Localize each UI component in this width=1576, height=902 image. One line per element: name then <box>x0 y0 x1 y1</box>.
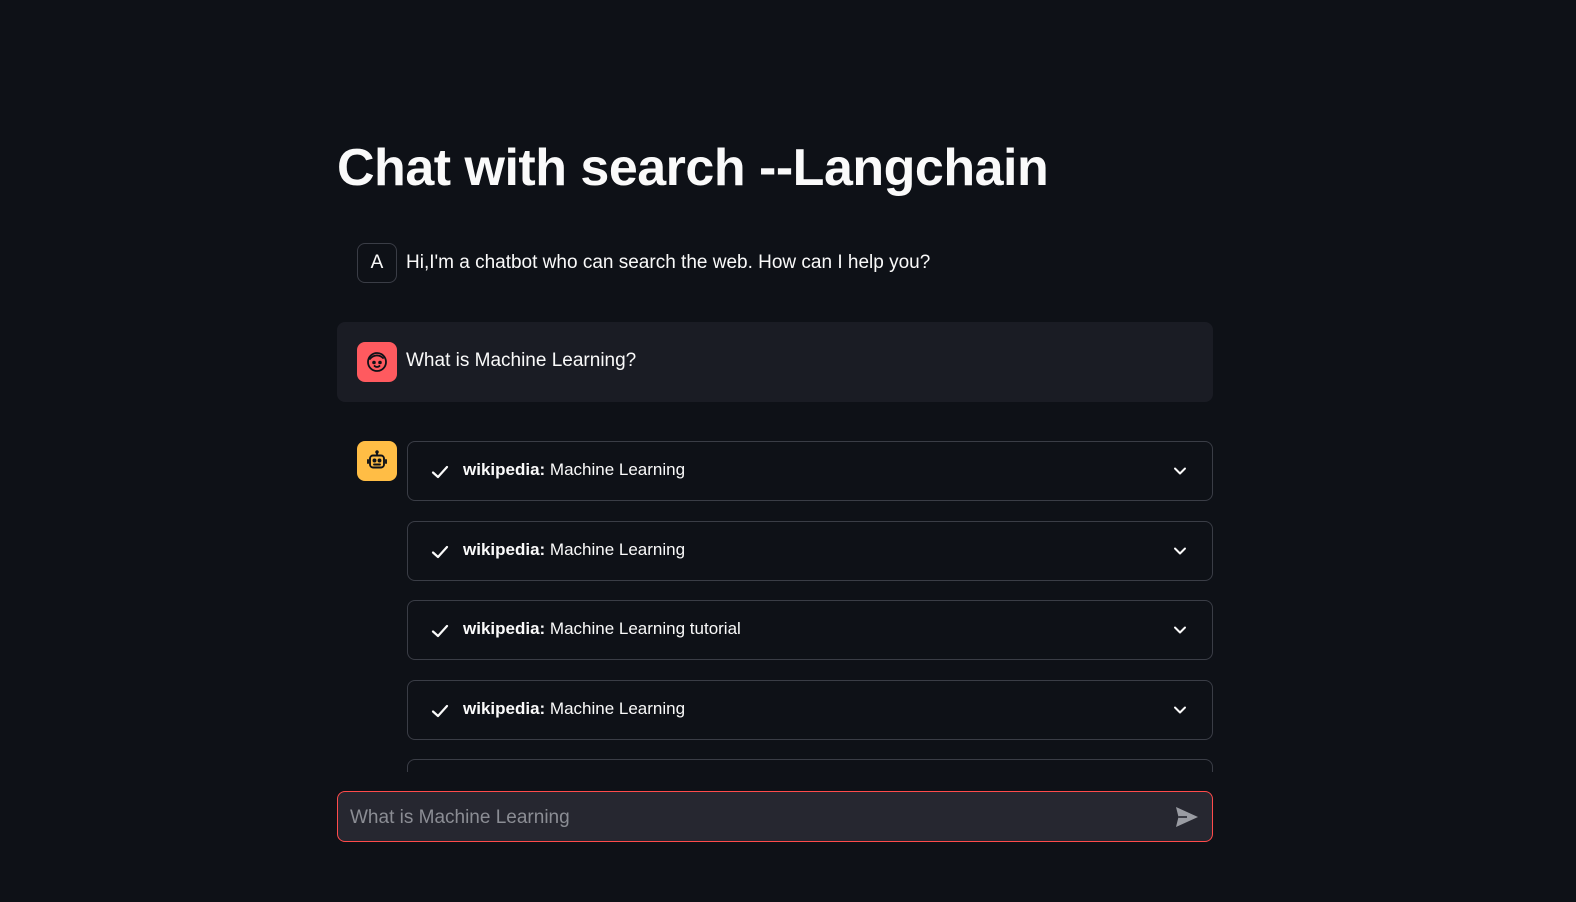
tool-query: Machine Learning tutorial <box>549 619 741 639</box>
check-icon <box>431 704 449 717</box>
tool-step-expander[interactable]: wikipedia: Machine Learning <box>407 441 1213 501</box>
tool-name: wikipedia: <box>463 619 546 639</box>
send-icon <box>1176 807 1198 827</box>
tool-query: Machine Learning <box>549 698 686 718</box>
check-icon <box>431 465 449 479</box>
robot-icon <box>367 450 387 469</box>
chevron-down-icon[interactable] <box>1172 702 1188 718</box>
user-message-text: What is Machine Learning? <box>406 350 637 371</box>
tool-step-expander-partial[interactable] <box>407 759 1213 772</box>
tool-step-label: wikipedia: Machine Learning <box>463 460 685 480</box>
tool-step-expander[interactable]: wikipedia: Machine Learning tutorial <box>407 600 1213 661</box>
chat-input[interactable] <box>348 792 1152 843</box>
tool-step-expander[interactable]: wikipedia: Machine Learning <box>407 520 1213 581</box>
chat-input-container <box>337 791 1213 843</box>
main-container: Chat with search --Langchain A Hi,I'm a … <box>337 0 1213 902</box>
tool-name: wikipedia: <box>463 460 546 479</box>
assistant-avatar-letter: A <box>370 252 384 273</box>
tool-step-label: wikipedia: Machine Learning tutorial <box>463 619 741 639</box>
tool-step-expander[interactable]: wikipedia: Machine Learning <box>407 679 1213 740</box>
chevron-down-icon[interactable] <box>1172 543 1188 559</box>
check-icon <box>431 625 449 638</box>
page-title: Chat with search --Langchain <box>337 139 1049 197</box>
send-button[interactable] <box>1174 804 1200 830</box>
user-avatar <box>357 342 397 382</box>
tool-steps-list: wikipedia: Machine Learning wikipedia: M… <box>407 441 1213 772</box>
tool-step-label: wikipedia: Machine Learning <box>463 540 685 560</box>
tool-name: wikipedia: <box>463 698 546 718</box>
tool-name: wikipedia: <box>463 539 546 559</box>
tool-query: Machine Learning <box>549 460 686 479</box>
check-icon <box>431 545 449 558</box>
face-icon <box>367 352 387 372</box>
chat-message-assistant-intro: A Hi,I'm a chatbot who can search the we… <box>337 242 1213 284</box>
tool-query: Machine Learning <box>549 539 686 559</box>
chevron-down-icon[interactable] <box>1172 463 1188 479</box>
assistant-avatar: A <box>357 243 397 283</box>
chat-message-user: What is Machine Learning? <box>337 322 1213 402</box>
chat-message-bot: wikipedia: Machine Learning wikipedia: M… <box>337 441 1213 772</box>
chevron-down-icon[interactable] <box>1172 622 1188 638</box>
tool-step-label: wikipedia: Machine Learning <box>463 699 685 719</box>
bot-avatar <box>357 441 397 481</box>
assistant-intro-text: Hi,I'm a chatbot who can search the web.… <box>406 252 931 273</box>
